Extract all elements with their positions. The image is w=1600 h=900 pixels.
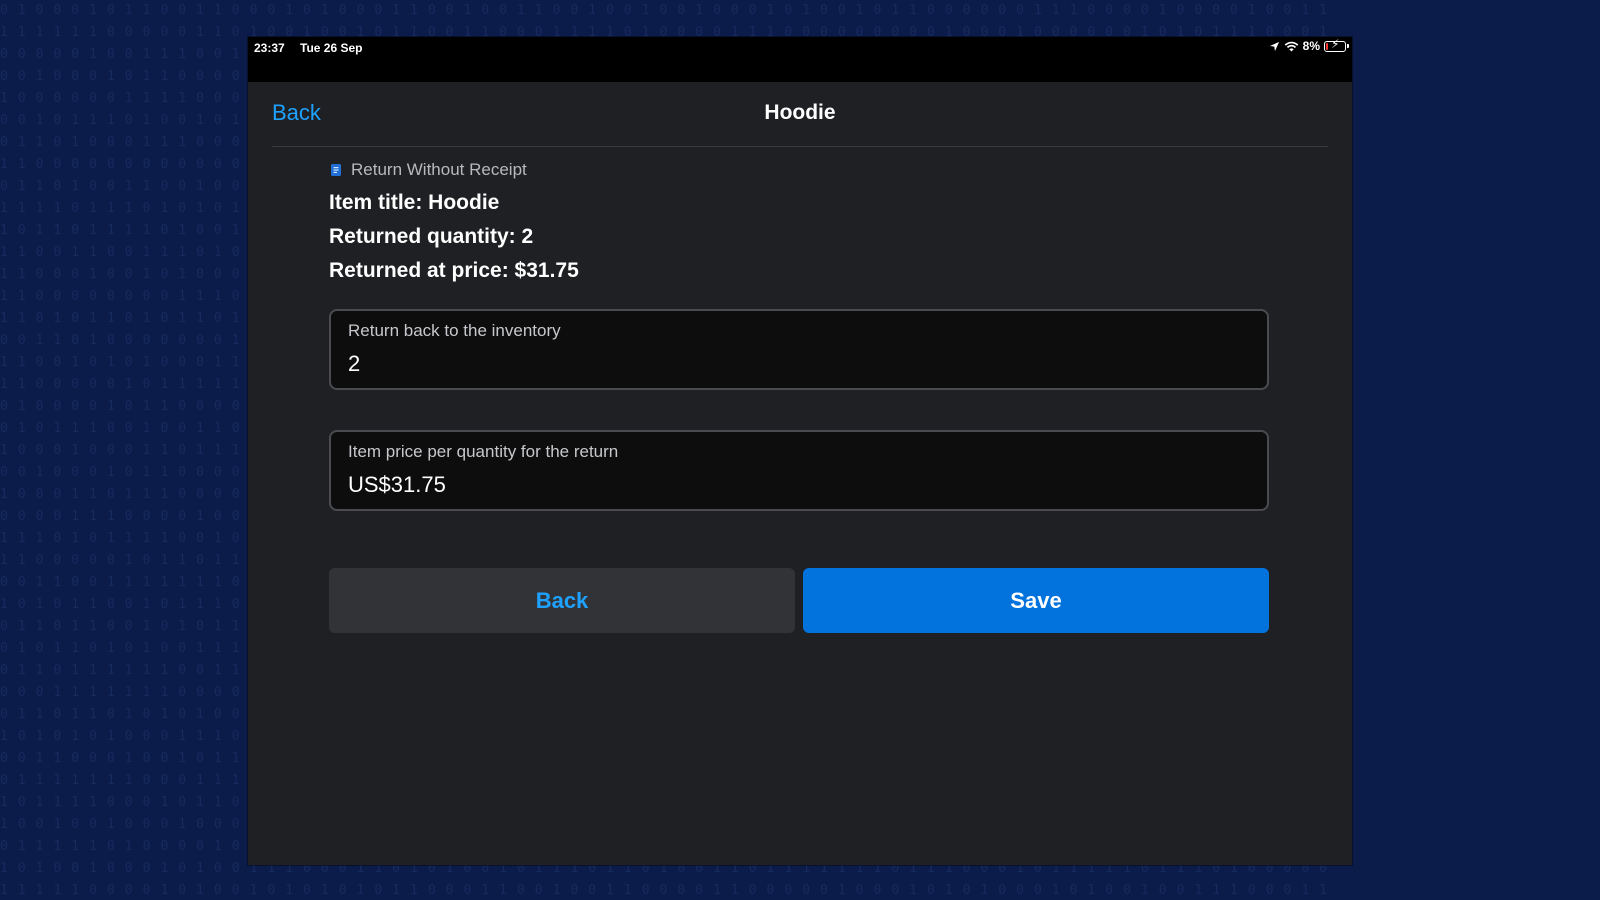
inventory-quantity-field[interactable]: Return back to the inventory [329, 309, 1269, 390]
location-arrow-icon [1269, 41, 1279, 51]
return-form: Return Without Receipt Item title: Hoodi… [329, 157, 1269, 633]
page-title: Hoodie [764, 101, 836, 124]
inventory-quantity-input[interactable] [348, 351, 1250, 377]
return-price-label: Item price per quantity for the return [348, 442, 619, 461]
receipt-icon [331, 164, 341, 176]
return-type-header: Return Without Receipt [329, 157, 1269, 183]
returned-quantity-line: Returned quantity: 2 [329, 225, 534, 248]
ipad-screen: 23:37 Tue 26 Sep 8% ⚡ Back Hoodie Return… [248, 37, 1352, 865]
return-price-input[interactable] [348, 472, 1250, 498]
battery-percent: 8% [1302, 39, 1320, 53]
wifi-icon [1284, 41, 1298, 52]
battery-fill [1326, 42, 1328, 50]
back-button[interactable]: Back [329, 568, 795, 633]
return-price-field[interactable]: Item price per quantity for the return [329, 430, 1269, 511]
action-buttons: Back Save [329, 568, 1269, 633]
return-type-label: Return Without Receipt [351, 160, 527, 179]
status-date: Tue 26 Sep [300, 41, 363, 55]
charging-bolt-icon: ⚡ [1331, 36, 1340, 51]
returned-price-line: Returned at price: $31.75 [329, 259, 579, 282]
item-title-line: Item title: Hoodie [329, 191, 500, 214]
battery-charging-icon: ⚡ [1324, 36, 1349, 52]
navigation-bar: Back Hoodie [272, 82, 1328, 147]
save-button[interactable]: Save [803, 568, 1269, 633]
status-indicators: 8% ⚡ [1269, 36, 1349, 53]
status-bar: 23:37 Tue 26 Sep 8% ⚡ [248, 37, 1352, 82]
status-time: 23:37 [254, 41, 285, 55]
inventory-quantity-label: Return back to the inventory [348, 321, 561, 340]
